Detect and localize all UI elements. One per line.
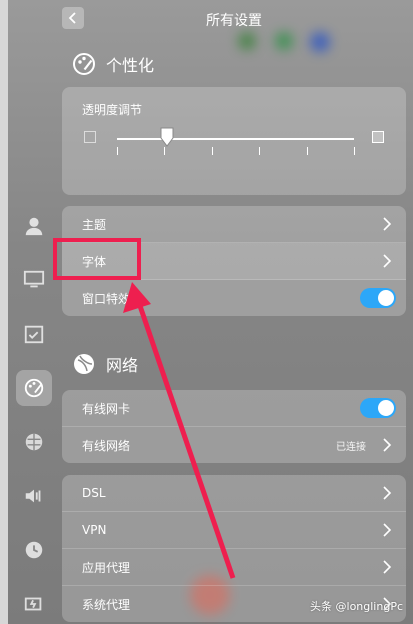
row-dsl[interactable]: DSL xyxy=(62,475,406,512)
section-title: 网络 xyxy=(106,356,139,375)
rail-item-display[interactable] xyxy=(16,262,52,298)
section-network: 网络 xyxy=(72,352,138,376)
row-label: 有线网卡 xyxy=(82,401,131,416)
row-label: 窗口特效 xyxy=(82,291,131,306)
chevron-right-icon xyxy=(383,254,392,268)
network-icon xyxy=(25,433,43,451)
slider-tick xyxy=(259,147,261,155)
personalization-icon xyxy=(24,378,44,398)
blurred-app-hint xyxy=(275,32,293,50)
display-icon xyxy=(23,270,45,288)
sound-icon xyxy=(25,489,41,503)
wired-card-toggle[interactable] xyxy=(360,398,396,418)
section-title: 个性化 xyxy=(106,56,155,75)
transparency-card: 透明度调节 xyxy=(62,87,406,195)
rail-item-network[interactable] xyxy=(16,424,52,460)
rail-item-sound[interactable] xyxy=(16,478,52,514)
rail-item-personalization[interactable] xyxy=(16,370,52,406)
transparency-slider[interactable] xyxy=(117,138,354,140)
row-window-effects: 窗口特效 xyxy=(62,280,406,316)
connection-status: 已连接 xyxy=(336,441,366,453)
transparency-high-icon xyxy=(372,131,384,143)
slider-tick xyxy=(354,147,355,155)
rail-item-datetime[interactable] xyxy=(16,532,52,568)
chevron-right-icon xyxy=(383,217,392,231)
settings-rail xyxy=(8,0,60,624)
blurred-app-hint xyxy=(310,32,330,52)
slider-tick xyxy=(117,147,118,155)
calendar-icon xyxy=(24,325,44,344)
personalization-icon xyxy=(73,53,95,75)
rail-item-power[interactable] xyxy=(16,586,52,622)
slider-tick xyxy=(164,147,166,155)
rail-item-account[interactable] xyxy=(16,208,52,244)
chevron-right-icon xyxy=(383,486,392,500)
transparency-label: 透明度调节 xyxy=(82,103,143,117)
blurred-app-hint xyxy=(238,32,256,50)
slider-tick xyxy=(306,147,308,155)
row-app-proxy[interactable]: 应用代理 xyxy=(62,549,406,586)
rail-item-defaults[interactable] xyxy=(16,316,52,352)
network-list: 有线网卡 有线网络 已连接 xyxy=(62,390,406,463)
slider-thumb[interactable] xyxy=(160,127,174,147)
chevron-right-icon xyxy=(383,560,392,574)
highlight-box xyxy=(53,238,141,280)
chevron-right-icon xyxy=(383,523,392,537)
row-label: 有线网络 xyxy=(82,438,131,453)
row-label: 应用代理 xyxy=(82,560,131,575)
row-label: VPN xyxy=(82,523,107,537)
row-label: DSL xyxy=(82,486,106,500)
row-wired-card: 有线网卡 xyxy=(62,390,406,427)
chevron-right-icon xyxy=(383,438,392,452)
row-wired-network[interactable]: 有线网络 已连接 xyxy=(62,427,406,463)
section-personalization: 个性化 xyxy=(72,52,154,76)
slider-tick xyxy=(211,147,213,155)
desktop-edge xyxy=(0,0,8,624)
avatar-icon xyxy=(25,217,43,236)
network-icon xyxy=(74,354,94,374)
window-effects-toggle[interactable] xyxy=(360,288,396,308)
watermark: 头条 @longlingPc xyxy=(310,600,403,613)
row-label: 主题 xyxy=(82,217,107,232)
transparency-low-icon xyxy=(84,131,96,143)
power-icon xyxy=(24,597,42,611)
clock-icon xyxy=(25,541,43,559)
row-label: 系统代理 xyxy=(82,597,131,612)
page-title: 所有设置 xyxy=(206,13,262,29)
row-vpn[interactable]: VPN xyxy=(62,512,406,549)
